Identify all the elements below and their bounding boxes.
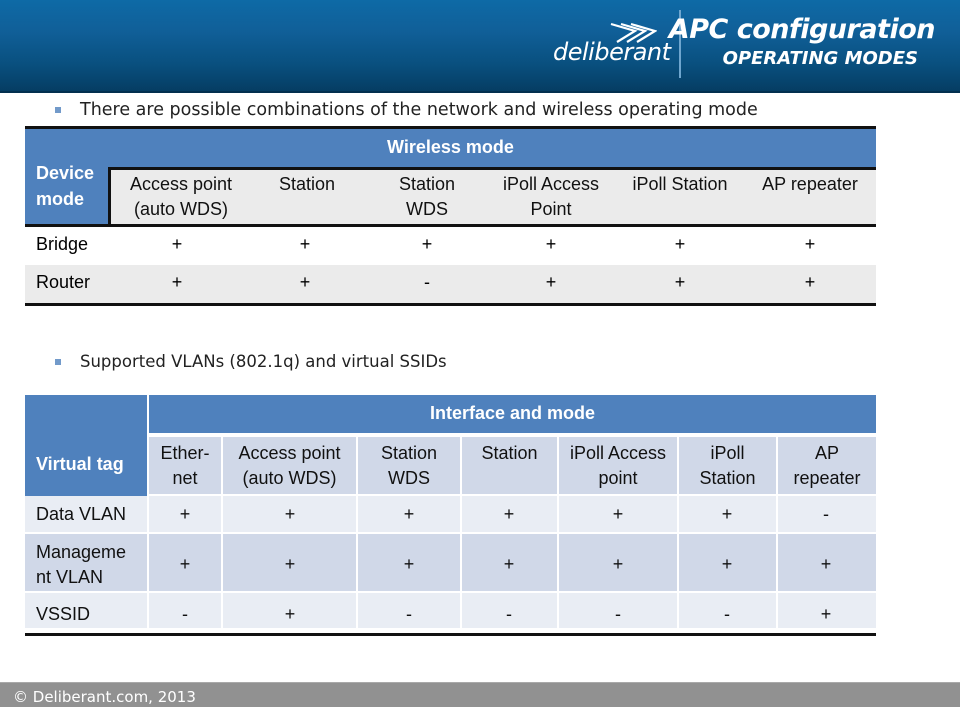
column-header-line: WDS [406, 199, 448, 219]
column-header-line: Station [380, 443, 438, 463]
column-header: AP repeater [778, 437, 876, 494]
column-header-line: (auto WDS) [242, 468, 337, 488]
bullet-item: There are possible combinations of the n… [55, 100, 758, 120]
copyright-text: © Deliberant.com, 2013 [13, 688, 196, 706]
cell-value: + [545, 272, 557, 292]
column-header-line: iPoll Access [502, 174, 600, 194]
deliberant-logo: deliberant [553, 22, 671, 68]
header-banner: deliberant APC configuration OPERATING M… [0, 0, 960, 93]
cell-value: + [820, 604, 832, 624]
column-header: AP repeater [750, 172, 870, 197]
column-header: iPoll Station [620, 172, 740, 197]
cell-value: + [612, 554, 624, 574]
cell-value: + [403, 504, 415, 524]
cell-value: + [179, 554, 191, 574]
column-header: Station WDS [377, 172, 477, 222]
cell-value: + [299, 234, 311, 254]
column-header-line: Station [398, 174, 456, 194]
cell-value: + [503, 504, 515, 524]
column-header-line: point [598, 468, 638, 488]
bullet-square-icon [55, 358, 61, 365]
cell-value: + [721, 554, 733, 574]
cell-value: + [612, 504, 624, 524]
cell-value: - [615, 604, 621, 624]
row-label: Bridge [36, 234, 89, 254]
bullet-square-icon [55, 107, 61, 113]
cell-value: + [299, 272, 311, 292]
column-header-line: Station [278, 174, 336, 194]
virtual-tag-label: Virtual tag [36, 454, 124, 474]
cell-value: + [804, 234, 816, 254]
footer-bar: © Deliberant.com, 2013 [0, 682, 960, 707]
cell-value: + [804, 272, 816, 292]
column-header: iPoll Station [679, 437, 776, 494]
table-row: Router + + - + + + [25, 265, 876, 303]
column-header: iPoll Access point [559, 437, 677, 494]
cell-value: + [820, 554, 832, 574]
logo-text: deliberant [553, 38, 671, 66]
bullet-item: Supported VLANs (802.1q) and virtual SSI… [55, 352, 447, 371]
cell-value: + [171, 272, 183, 292]
virtual-tag-header [25, 395, 147, 496]
row-label: Data VLAN [36, 504, 127, 524]
column-header-line: Access point [238, 443, 341, 463]
column-header-line: AP repeater [762, 174, 858, 194]
column-header-line: Point [530, 199, 572, 219]
vlan-support-table: Virtual tag Interface and mode Ether- ne… [25, 395, 876, 635]
column-header: Access point (auto WDS) [121, 172, 241, 222]
row-label-line: Manageme [36, 542, 127, 562]
cell-value: + [674, 234, 686, 254]
bullet-text: There are possible combinations of the n… [80, 100, 758, 120]
cell-value: + [284, 604, 296, 624]
table-border [25, 303, 876, 306]
column-header-line: Station [481, 443, 538, 463]
column-header: Ether- net [149, 437, 221, 494]
cell-value: - [424, 272, 430, 292]
cell-value: + [545, 234, 557, 254]
device-mode-header: Device mode [25, 129, 108, 227]
cell-value: + [721, 504, 733, 524]
cell-value: + [284, 504, 296, 524]
row-label: Router [36, 272, 91, 292]
page-subtitle: OPERATING MODES [722, 48, 918, 69]
cell-value: + [421, 234, 433, 254]
cell-value: - [506, 604, 512, 624]
cell-value: - [406, 604, 412, 624]
column-header-line: iPoll Access [569, 443, 667, 463]
table-row: Bridge + + + + + + [25, 227, 876, 265]
wireless-mode-header: Wireless mode [387, 137, 514, 157]
device-mode-line2: mode [36, 189, 85, 209]
device-mode-line1: Device [36, 163, 95, 183]
cell-value: + [403, 554, 415, 574]
cell-value: + [179, 504, 191, 524]
column-header: Station [462, 437, 557, 494]
cell-value: + [284, 554, 296, 574]
page-title: APC configuration [668, 14, 936, 45]
column-header-line: Access point [129, 174, 233, 194]
row-label: VSSID [36, 604, 91, 624]
cell-value: + [674, 272, 686, 292]
cell-value: + [503, 554, 515, 574]
cell-value: + [171, 234, 183, 254]
column-header-line: AP [814, 443, 839, 463]
cell-value: - [182, 604, 188, 624]
table-border [25, 633, 876, 636]
column-header: iPoll Access Point [491, 172, 611, 222]
row-label-line: nt VLAN [36, 567, 104, 587]
column-header-line: iPoll [710, 443, 745, 463]
column-header-line: repeater [793, 468, 861, 488]
cell-value: - [823, 504, 829, 524]
column-header-line: Ether- [160, 443, 210, 463]
interface-mode-label: Interface and mode [429, 403, 596, 423]
column-header: Station WDS [358, 437, 460, 494]
cell-value: - [724, 604, 730, 624]
column-header-line: (auto WDS) [133, 199, 229, 219]
bullet-text: Supported VLANs (802.1q) and virtual SSI… [80, 352, 447, 371]
column-header-line: net [172, 468, 198, 488]
column-header: Access point (auto WDS) [223, 437, 356, 494]
column-header-line: Station [699, 468, 756, 488]
column-header: Station [257, 172, 357, 197]
column-header-line: WDS [388, 468, 430, 488]
column-header-line: iPoll Station [632, 174, 728, 194]
